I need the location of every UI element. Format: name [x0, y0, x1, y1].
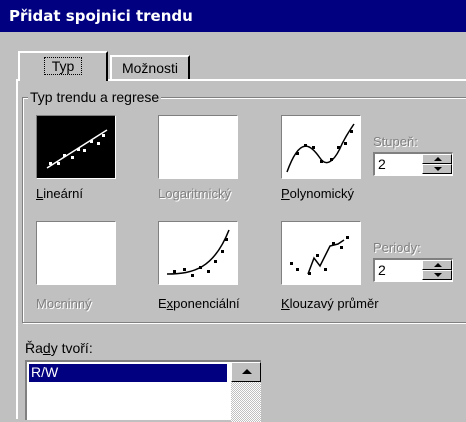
tab-typ[interactable]: Typ [18, 51, 108, 81]
tab-moznosti[interactable]: Možnosti [110, 55, 190, 79]
tab-moznosti-label: Možnosti [121, 60, 179, 76]
tab-panel [16, 79, 466, 419]
trend-type-group-title: Typ trendu a regrese [28, 89, 162, 105]
title-bar: Přidat spojnici trendu [0, 0, 466, 32]
dialog-title: Přidat spojnici trendu [9, 7, 193, 25]
tab-typ-label: Typ [43, 57, 83, 75]
